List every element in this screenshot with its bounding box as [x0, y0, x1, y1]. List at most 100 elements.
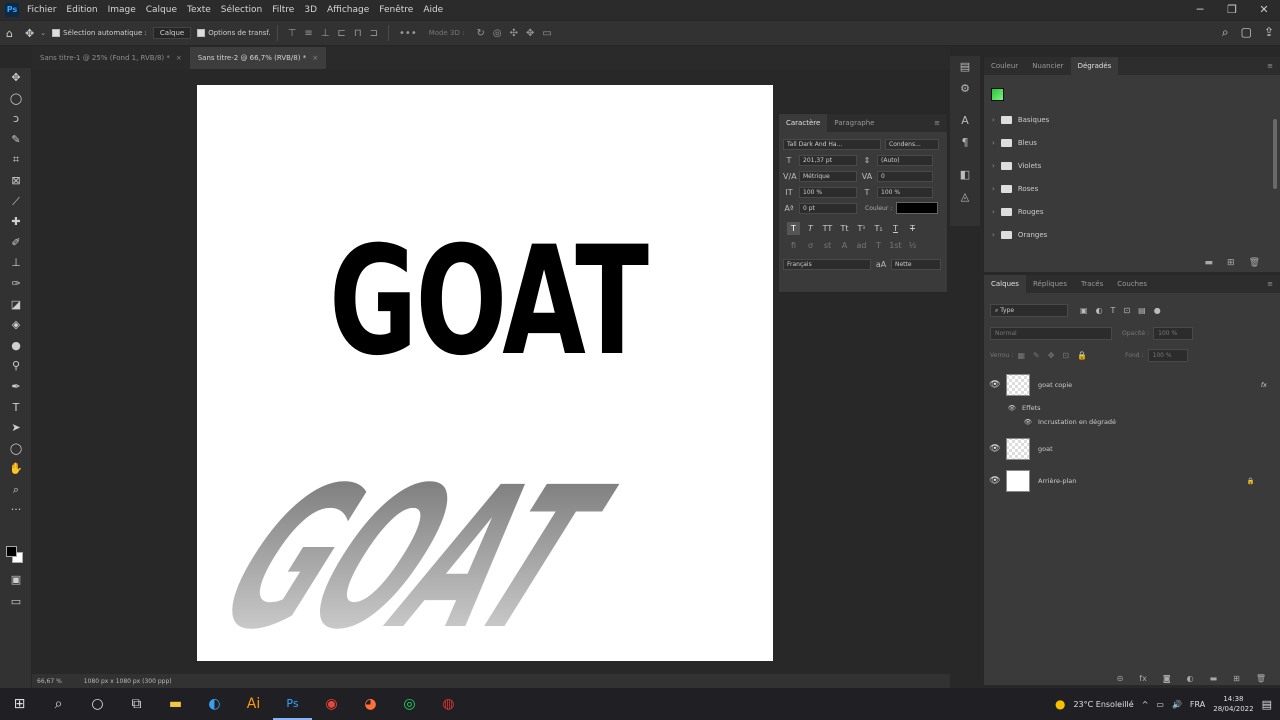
menu-image[interactable]: Image	[108, 5, 136, 15]
panel-menu-icon[interactable]: ≡	[1260, 57, 1280, 75]
roll-3d-icon[interactable]: ◎	[493, 28, 502, 39]
menu-aide[interactable]: Aide	[423, 5, 443, 15]
path-select-tool-icon[interactable]: ➤	[0, 418, 32, 439]
layer-effect-row[interactable]: 👁 Incrustation en dégradé	[984, 416, 1280, 428]
horizontal-scale-field[interactable]: 100 %	[877, 186, 933, 198]
tab-channels[interactable]: Couches	[1110, 275, 1154, 293]
orbit-3d-icon[interactable]: ↻	[476, 28, 484, 39]
paint-bucket-tool-icon[interactable]: ◈	[0, 315, 32, 336]
illustrator-icon[interactable]: Ai	[234, 688, 273, 720]
tab-comps[interactable]: Répliques	[1026, 275, 1074, 293]
tab-swatches[interactable]: Nuancier	[1025, 57, 1070, 75]
file-explorer-icon[interactable]: ▬	[156, 688, 195, 720]
strikethrough-icon[interactable]: T	[906, 222, 919, 235]
healing-tool-icon[interactable]: ✚	[0, 212, 32, 233]
align-middle-icon[interactable]: ≡	[304, 28, 312, 39]
more-options-icon[interactable]: •••	[399, 28, 417, 39]
properties-panel-icon[interactable]: ⚙	[950, 78, 980, 100]
screen-mode-icon[interactable]: ▭	[0, 592, 32, 613]
tab-document-2[interactable]: Sans titre-2 @ 66,7% (RVB/8) * ×	[189, 47, 327, 69]
gradient-folder[interactable]: › Basiques	[992, 112, 1049, 128]
clock[interactable]: 14:38 28/04/2022	[1213, 694, 1253, 714]
gradient-folder[interactable]: › Violets	[992, 158, 1041, 174]
spotify-icon[interactable]: ◎	[390, 688, 429, 720]
close-icon[interactable]: ×	[312, 54, 318, 62]
drag-3d-icon[interactable]: ✣	[510, 28, 518, 39]
ordinals-icon[interactable]: T	[872, 239, 885, 252]
transform-checkbox[interactable]	[197, 29, 206, 37]
quick-select-tool-icon[interactable]: ✎	[0, 130, 32, 151]
network-icon[interactable]: ▭	[1156, 700, 1164, 709]
align-bottom-icon[interactable]: ⊥	[321, 28, 330, 39]
menu-fenetre[interactable]: Fenêtre	[379, 5, 413, 15]
tab-layers[interactable]: Calques	[984, 275, 1026, 293]
foreground-color-swatch[interactable]	[6, 546, 17, 557]
subscript-icon[interactable]: T₁	[872, 222, 885, 235]
panel-menu-icon[interactable]: ≡	[1260, 275, 1280, 293]
lasso-tool-icon[interactable]: ↄ	[0, 109, 32, 130]
layer-row[interactable]: 👁 Arrière-plan 🔒	[984, 468, 1280, 494]
scrollbar[interactable]	[1273, 119, 1277, 189]
goat-text-layer[interactable]: GOAT	[329, 227, 649, 377]
filter-pixel-icon[interactable]: ▣	[1080, 306, 1088, 315]
workspace-icon[interactable]: ▢	[1241, 25, 1252, 40]
dodge-tool-icon[interactable]: ⚲	[0, 356, 32, 377]
menu-edition[interactable]: Edition	[66, 5, 97, 15]
text-color-swatch[interactable]	[896, 202, 939, 214]
tab-color[interactable]: Couleur	[984, 57, 1025, 75]
eye-icon[interactable]: 👁	[984, 404, 1022, 412]
titling-alternates-icon[interactable]: ad	[855, 239, 868, 252]
close-icon[interactable]: ×	[176, 54, 182, 62]
zoom-level[interactable]: 66,67 %	[37, 678, 62, 685]
eraser-tool-icon[interactable]: ◪	[0, 295, 32, 316]
eye-icon[interactable]: 👁	[984, 380, 1006, 390]
lock-position-icon[interactable]: ✥	[1048, 351, 1055, 360]
fx-icon[interactable]: fx	[1261, 381, 1267, 389]
vertical-scale-field[interactable]: 100 %	[799, 186, 857, 198]
delete-layer-icon[interactable]: 🗑	[1256, 674, 1266, 683]
menu-selection[interactable]: Sélection	[221, 5, 262, 15]
eyedropper-tool-icon[interactable]: ⟋	[0, 192, 32, 213]
new-group-icon[interactable]: ▬	[1205, 258, 1214, 268]
tool-preset-chevron-icon[interactable]: ⌄	[40, 29, 46, 37]
new-group-icon[interactable]: ▬	[1210, 674, 1218, 683]
underline-icon[interactable]: T	[889, 222, 902, 235]
lock-artboard-icon[interactable]: ⊡	[1062, 351, 1069, 360]
align-center-icon[interactable]: ⊓	[354, 28, 362, 39]
share-icon[interactable]: ⇪	[1264, 25, 1274, 40]
eye-icon[interactable]: 👁	[984, 476, 1006, 486]
maximize-button[interactable]: ❐	[1216, 0, 1248, 20]
antialiasing-select[interactable]: Nette	[891, 258, 941, 270]
libraries-panel-icon[interactable]: ◧	[950, 164, 980, 186]
menu-affichage[interactable]: Affichage	[327, 5, 369, 15]
fraction-half-icon[interactable]: ½	[906, 239, 919, 252]
filter-shape-icon[interactable]: ⊡	[1123, 306, 1130, 315]
panel-menu-icon[interactable]: ≡	[927, 114, 947, 132]
photoshop-icon[interactable]: Ps	[273, 688, 312, 720]
filter-toggle-icon[interactable]: ●	[1154, 306, 1161, 315]
blur-tool-icon[interactable]: ●	[0, 336, 32, 357]
swash-icon[interactable]: st	[821, 239, 834, 252]
menu-3d[interactable]: 3D	[304, 5, 317, 15]
gradient-folder[interactable]: › Roses	[992, 181, 1038, 197]
font-size-field[interactable]: 201,37 pt	[799, 154, 857, 166]
recent-gradient-swatch[interactable]	[991, 88, 1004, 101]
align-left-icon[interactable]: ⊏	[337, 28, 345, 39]
lock-all-icon[interactable]: 🔒	[1077, 351, 1087, 360]
quick-mask-icon[interactable]: ▣	[0, 570, 32, 591]
opacity-field[interactable]: 100 %	[1153, 327, 1194, 340]
layer-filter-select[interactable]: ⌕ Type	[990, 304, 1068, 317]
align-right-icon[interactable]: ⊐	[370, 28, 378, 39]
new-layer-icon[interactable]: ⊞	[1233, 674, 1240, 683]
move-tool-icon[interactable]: ✥	[25, 27, 34, 40]
font-family-select[interactable]: Tall Dark And Ha...	[783, 138, 881, 150]
kerning-field[interactable]: Métrique	[799, 170, 857, 182]
delete-icon[interactable]: 🗑	[1249, 258, 1260, 268]
lock-transparency-icon[interactable]: ▦	[1017, 351, 1025, 360]
minimize-button[interactable]: ─	[1184, 0, 1216, 20]
search-icon[interactable]: ⌕	[39, 688, 78, 720]
character-panel-icon[interactable]: A	[950, 110, 980, 132]
stylistic-alternates-icon[interactable]: A	[838, 239, 851, 252]
align-top-icon[interactable]: ⊤	[288, 28, 297, 39]
gradient-folder[interactable]: › Rouges	[992, 204, 1043, 220]
